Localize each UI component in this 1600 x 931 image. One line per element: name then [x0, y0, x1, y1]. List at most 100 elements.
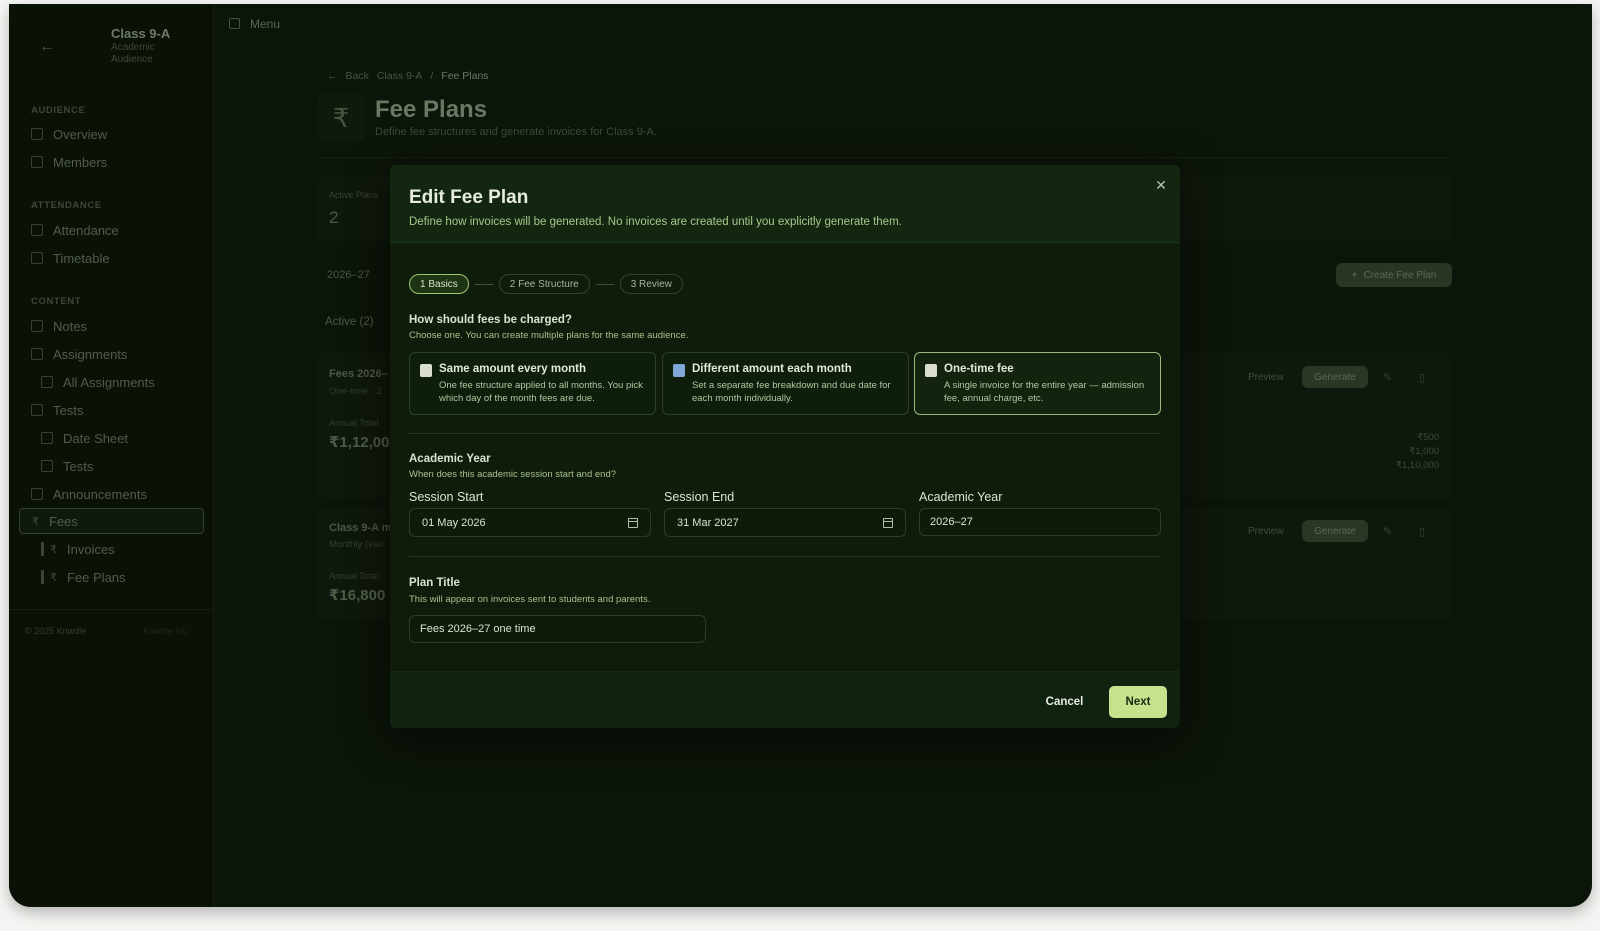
plus-icon: +: [1351, 269, 1358, 281]
receipt-icon: [925, 364, 937, 377]
page-title: Fee Plans: [375, 96, 488, 123]
option-different-amount[interactable]: Different amount each month Set a separa…: [662, 352, 909, 415]
year-selector[interactable]: 2026–27: [327, 269, 370, 281]
sidebar-item-fees[interactable]: ₹ Fees: [19, 508, 204, 534]
session-end-label: Session End: [664, 490, 735, 504]
rupee-icon: ₹: [50, 543, 57, 556]
sidebar-item-invoices[interactable]: ₹ Invoices: [41, 538, 115, 560]
academic-year-sub: When does this academic session start an…: [409, 469, 617, 480]
sidebar-item-date-sheet[interactable]: Date Sheet: [41, 427, 128, 449]
back-icon[interactable]: ←: [327, 70, 338, 82]
megaphone-icon: [31, 488, 43, 500]
rupee-icon: ₹: [50, 571, 57, 584]
back-arrow-icon[interactable]: ←: [39, 38, 55, 56]
user-check-icon: [31, 224, 43, 236]
footer-copyright: © 2025 Knwdle: [25, 626, 87, 636]
next-button[interactable]: Next: [1109, 686, 1167, 718]
breadcrumb-back[interactable]: Back: [346, 70, 369, 82]
sidebar-toggle-icon[interactable]: [229, 18, 240, 29]
calendar-icon: [41, 432, 53, 444]
trash-icon[interactable]: ▯: [1419, 525, 1425, 538]
grid-icon: [31, 128, 43, 140]
trash-icon[interactable]: ▯: [1419, 371, 1425, 384]
sidebar-item-fee-plans[interactable]: ₹ Fee Plans: [41, 566, 126, 588]
sidebar-item-members[interactable]: Members: [31, 151, 107, 173]
step-review[interactable]: 3 Review: [619, 274, 683, 294]
test-icon: [41, 460, 53, 472]
edit-icon[interactable]: ✎: [1383, 525, 1392, 538]
plan-title-label: Plan Title: [409, 577, 460, 589]
class-subtitle: Academic Audience: [111, 42, 155, 65]
charge-question-sub: Choose one. You can create multiple plan…: [409, 330, 689, 341]
sidebar-item-attendance[interactable]: Attendance: [31, 219, 119, 241]
breadcrumb: ← Back Class 9-A / Fee Plans: [327, 70, 489, 82]
generate-button[interactable]: Generate: [1302, 520, 1368, 542]
breadcrumb-current: Fee Plans: [441, 70, 489, 82]
plan-name: Class 9-A m: [329, 522, 392, 534]
modal-title: Edit Fee Plan: [409, 187, 529, 208]
generate-button[interactable]: Generate: [1302, 366, 1368, 388]
plan-meta: One-time · 2: [329, 386, 382, 397]
class-name: Class 9-A: [111, 26, 171, 41]
preview-button[interactable]: Preview: [1248, 526, 1284, 537]
section-label-content: CONTENT: [31, 296, 82, 307]
rupee-icon: ₹: [32, 515, 39, 528]
academic-year-title: Academic Year: [409, 453, 491, 465]
option-one-time[interactable]: One-time fee A single invoice for the en…: [914, 352, 1161, 415]
sidebar-item-tests-sub[interactable]: Tests: [41, 455, 93, 477]
menu-label[interactable]: Menu: [250, 17, 280, 31]
plan-meta: Monthly (vari: [329, 539, 384, 550]
academic-year-input[interactable]: 2026–27: [919, 508, 1161, 536]
step-basics[interactable]: 1 Basics: [409, 274, 469, 294]
plan-title-input[interactable]: Fees 2026–27 one time: [409, 615, 706, 643]
plan-total: ₹1,12,00: [329, 434, 390, 451]
clipboard-icon: [420, 364, 432, 377]
plan-name: Fees 2026–: [329, 368, 388, 380]
modal-subtitle: Define how invoices will be generated. N…: [409, 216, 902, 228]
bar-chart-icon: [673, 364, 685, 377]
sidebar-item-notes[interactable]: Notes: [31, 315, 87, 337]
sidebar-item-assignments[interactable]: Assignments: [31, 343, 127, 365]
breadcrumb-separator: /: [430, 70, 434, 82]
plan-total-label: Annual Total: [329, 571, 379, 581]
sidebar-item-tests[interactable]: Tests: [31, 399, 83, 421]
users-icon: [31, 156, 43, 168]
stat-label: Active Plans: [329, 190, 379, 200]
preview-button[interactable]: Preview: [1248, 372, 1284, 383]
sidebar-item-overview[interactable]: Overview: [31, 123, 107, 145]
section-label-attendance: ATTENDANCE: [31, 200, 102, 211]
stepper: 1 Basics 2 Fee Structure 3 Review: [409, 274, 683, 294]
charge-question: How should fees be charged?: [409, 314, 572, 326]
step-fee-structure[interactable]: 2 Fee Structure: [498, 274, 590, 294]
page-subtitle: Define fee structures and generate invoi…: [375, 126, 657, 138]
plan-title-sub: This will appear on invoices sent to stu…: [409, 594, 651, 605]
edit-icon[interactable]: ✎: [1383, 371, 1392, 384]
stat-value: 2: [329, 208, 339, 227]
sidebar-item-announcements[interactable]: Announcements: [31, 483, 147, 505]
rupee-icon: ₹: [317, 94, 365, 142]
note-icon: [31, 320, 43, 332]
footer-company: Knwdle Inc.: [143, 626, 190, 636]
calendar-icon[interactable]: [628, 518, 638, 528]
calendar-icon: [31, 252, 43, 264]
plan-total-label: Annual Total: [329, 418, 379, 428]
cancel-button[interactable]: Cancel: [1031, 688, 1098, 716]
create-fee-plan-button[interactable]: + Create Fee Plan: [1336, 263, 1452, 287]
section-label-audience: AUDIENCE: [31, 105, 86, 116]
session-end-input[interactable]: 31 Mar 2027: [664, 508, 906, 537]
breadcrumb-class[interactable]: Class 9-A: [377, 70, 423, 82]
sidebar-item-all-assignments[interactable]: All Assignments: [41, 371, 155, 393]
sidebar: ← Class 9-A Academic Audience AUDIENCE O…: [9, 4, 214, 907]
option-same-amount[interactable]: Same amount every month One fee structur…: [409, 352, 656, 415]
clipboard-icon: [31, 348, 43, 360]
list-icon: [41, 376, 53, 388]
sidebar-item-timetable[interactable]: Timetable: [31, 247, 110, 269]
close-icon[interactable]: ✕: [1152, 177, 1170, 195]
calendar-icon[interactable]: [883, 518, 893, 528]
test-icon: [31, 404, 43, 416]
amount-list: ₹500 ₹1,000 ₹1,10,000: [1395, 432, 1439, 471]
session-start-label: Session Start: [409, 490, 484, 504]
session-start-input[interactable]: 01 May 2026: [409, 508, 651, 537]
tab-active[interactable]: Active (2): [325, 316, 374, 328]
plan-total: ₹16,800: [329, 587, 386, 604]
